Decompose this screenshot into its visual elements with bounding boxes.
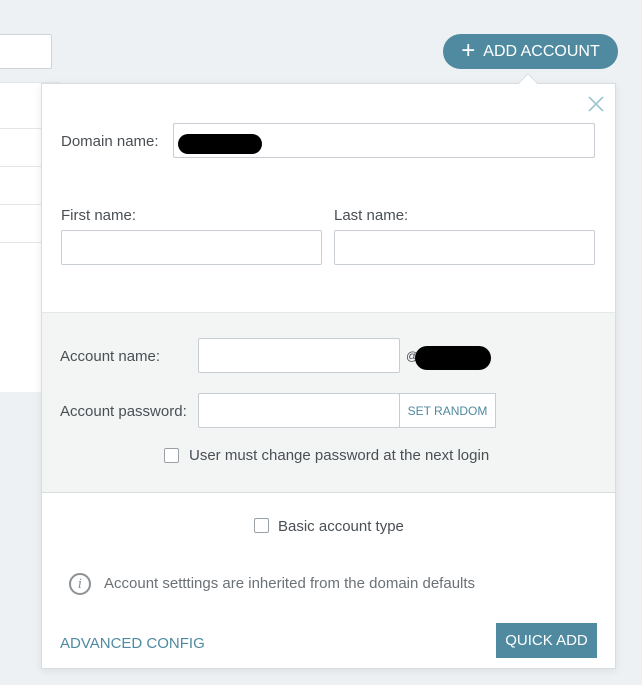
- set-random-button[interactable]: SET RANDOM: [399, 393, 496, 428]
- domain-name-label: Domain name:: [61, 133, 159, 150]
- add-account-popover: Domain name: First name: Last name: Acco…: [41, 83, 616, 669]
- account-name-label: Account name:: [60, 348, 161, 365]
- account-password-field[interactable]: [198, 393, 400, 428]
- last-name-label: Last name:: [334, 207, 409, 224]
- last-name-field[interactable]: [334, 230, 595, 265]
- background-input[interactable]: [0, 34, 52, 69]
- first-name-field[interactable]: [61, 230, 322, 265]
- redacted-domain: [178, 134, 262, 154]
- plus-icon: +: [461, 36, 476, 64]
- account-password-label: Account password:: [60, 403, 187, 420]
- info-icon: i: [69, 573, 91, 595]
- redacted-domain-suffix: [415, 346, 491, 370]
- add-account-button[interactable]: + ADD ACCOUNT: [443, 34, 618, 69]
- first-name-label: First name:: [61, 207, 137, 224]
- account-name-field[interactable]: [198, 338, 400, 373]
- domain-name-field[interactable]: [173, 123, 595, 158]
- quick-add-button[interactable]: QUICK ADD: [496, 623, 597, 658]
- basic-account-checkbox[interactable]: [254, 518, 269, 533]
- add-account-label: ADD ACCOUNT: [483, 42, 600, 60]
- advanced-config-link[interactable]: ADVANCED CONFIG: [60, 635, 205, 652]
- info-text: Account setttings are inherited from the…: [104, 575, 476, 592]
- basic-account-label: Basic account type: [278, 518, 404, 535]
- must-change-password-checkbox[interactable]: [164, 448, 179, 463]
- close-icon[interactable]: [587, 95, 605, 113]
- must-change-password-label: User must change password at the next lo…: [189, 447, 490, 464]
- account-credentials-section: Account name: @ Account password: SET RA…: [42, 312, 615, 493]
